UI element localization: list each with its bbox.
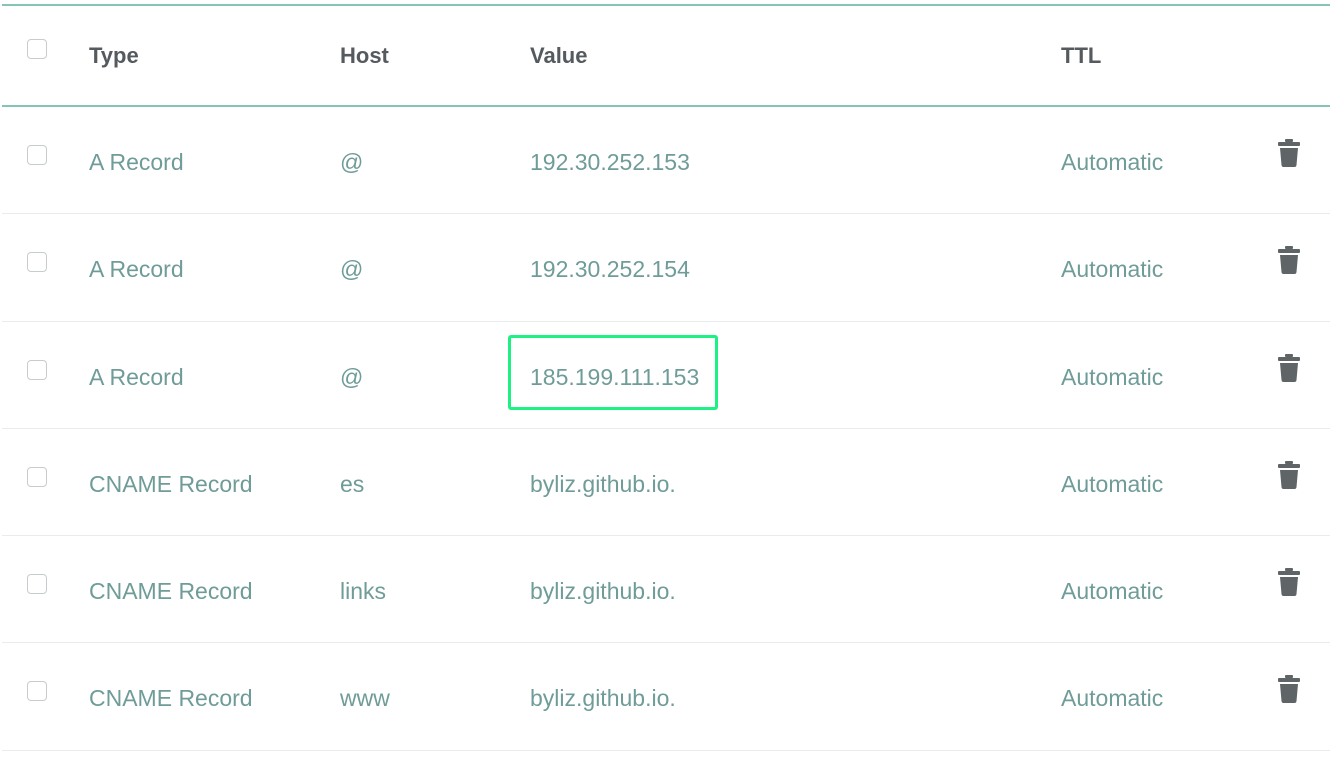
record-ttl: Automatic	[1061, 578, 1164, 605]
record-ttl: Automatic	[1061, 470, 1164, 497]
table-row: CNAME Record links byliz.github.io. Auto…	[2, 536, 1330, 644]
record-value: byliz.github.io.	[530, 685, 676, 712]
record-type: CNAME Record	[89, 578, 253, 605]
table-row: A Record @ 192.30.252.153 Automatic	[2, 107, 1330, 215]
column-header-ttl[interactable]: TTL	[1061, 42, 1101, 70]
record-host: @	[340, 256, 364, 283]
record-ttl: Automatic	[1061, 149, 1164, 175]
row-select-checkbox[interactable]	[27, 574, 47, 595]
record-host: @	[340, 149, 364, 175]
table-header: Type Host Value TTL	[2, 4, 1330, 107]
row-select-checkbox[interactable]	[27, 145, 47, 165]
column-header-type[interactable]: Type	[89, 42, 139, 70]
record-host: links	[340, 578, 387, 605]
row-select-checkbox[interactable]	[27, 252, 47, 273]
record-value: byliz.github.io.	[530, 470, 676, 497]
trash-icon[interactable]	[1278, 675, 1300, 704]
row-select-checkbox[interactable]	[27, 466, 47, 487]
record-type: A Record	[89, 256, 184, 283]
table-row: CNAME Record www byliz.github.io. Automa…	[2, 643, 1330, 751]
record-value: 192.30.252.153	[530, 149, 690, 175]
trash-icon[interactable]	[1278, 460, 1300, 489]
record-type: CNAME Record	[89, 470, 253, 497]
record-value: 192.30.252.154	[530, 256, 690, 283]
trash-icon[interactable]	[1278, 353, 1300, 382]
trash-icon[interactable]	[1278, 246, 1300, 275]
trash-icon[interactable]	[1278, 568, 1300, 597]
row-select-checkbox[interactable]	[27, 359, 47, 380]
select-all-checkbox[interactable]	[27, 39, 47, 59]
record-ttl: Automatic	[1061, 363, 1164, 390]
record-host: es	[340, 470, 365, 497]
trash-icon[interactable]	[1278, 139, 1300, 167]
record-ttl: Automatic	[1061, 685, 1164, 712]
record-ttl: Automatic	[1061, 256, 1164, 283]
column-header-value[interactable]: Value	[530, 42, 587, 70]
column-header-host[interactable]: Host	[340, 42, 389, 70]
table-row: CNAME Record es byliz.github.io. Automat…	[2, 429, 1330, 537]
row-select-checkbox[interactable]	[27, 681, 47, 702]
record-type: A Record	[89, 363, 184, 390]
record-type: A Record	[89, 149, 184, 175]
value-highlight-box	[508, 335, 718, 410]
record-host: @	[340, 363, 364, 390]
record-type: CNAME Record	[89, 685, 253, 712]
record-host: www	[340, 685, 390, 712]
table-row: A Record @ 192.30.252.154 Automatic	[2, 214, 1330, 322]
record-value: byliz.github.io.	[530, 578, 676, 605]
